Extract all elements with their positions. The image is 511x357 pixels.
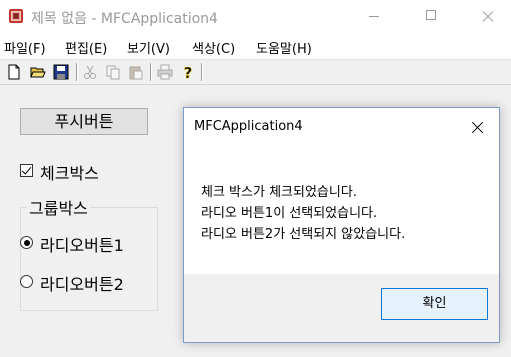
save-icon[interactable]: [53, 64, 69, 80]
paste-icon[interactable]: [128, 64, 144, 80]
title-bar: 제목 없음 - MFCApplication4: [0, 0, 511, 33]
ok-button[interactable]: 확인: [381, 288, 488, 320]
open-folder-icon[interactable]: [30, 64, 46, 80]
radio-button-1-label: 라디오버튼1: [40, 236, 124, 255]
minimize-icon[interactable]: [352, 0, 398, 33]
menu-file[interactable]: 파일(F): [4, 38, 46, 57]
cut-icon[interactable]: [82, 64, 98, 80]
checkbox-checked-icon[interactable]: [20, 164, 33, 177]
copy-icon[interactable]: [105, 64, 121, 80]
toolbar-separator: [76, 63, 78, 81]
mfc-app-icon: [9, 9, 23, 23]
close-icon[interactable]: [455, 108, 499, 146]
help-icon[interactable]: ?: [180, 64, 196, 80]
print-icon[interactable]: [157, 64, 173, 80]
message-box-title: MFCApplication4: [194, 119, 303, 134]
message-line-1: 체크 박스가 체크되었습니다.: [201, 185, 357, 200]
message-line-3: 라디오 버튼2가 선택되지 않았습니다.: [201, 227, 406, 242]
window-title: 제목 없음 - MFCApplication4: [31, 11, 218, 27]
radio-button-2-label: 라디오버튼2: [40, 275, 124, 294]
menu-color[interactable]: 색상(C): [192, 38, 235, 57]
checkbox-label: 체크박스: [40, 164, 99, 183]
push-button[interactable]: 푸시버튼: [20, 108, 148, 135]
message-box: MFCApplication4 체크 박스가 체크되었습니다. 라디오 버튼1이…: [183, 107, 500, 343]
group-box: [20, 207, 158, 311]
toolbar-separator: [150, 63, 152, 81]
close-icon[interactable]: [465, 0, 511, 33]
toolbar: ?: [0, 59, 511, 85]
message-line-2: 라디오 버튼1이 선택되었습니다.: [201, 206, 378, 221]
radio-selected-icon[interactable]: [20, 236, 33, 249]
svg-text:?: ?: [184, 64, 193, 80]
toolbar-separator: [201, 63, 203, 81]
menu-edit[interactable]: 편집(E): [65, 38, 107, 57]
menu-bar: 파일(F) 편집(E) 보기(V) 색상(C) 도움말(H): [0, 33, 511, 59]
radio-unselected-icon[interactable]: [20, 275, 33, 288]
menu-help[interactable]: 도움말(H): [256, 38, 312, 57]
new-file-icon[interactable]: [6, 64, 22, 80]
menu-view[interactable]: 보기(V): [127, 38, 170, 57]
maximize-icon[interactable]: [409, 0, 455, 33]
group-box-label: 그룹박스: [27, 195, 90, 219]
